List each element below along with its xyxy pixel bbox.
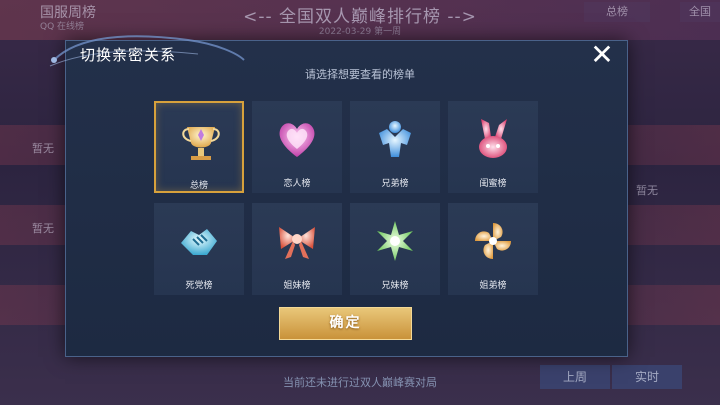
tab-nationwide[interactable]: 全国	[680, 2, 720, 22]
tab-total[interactable]: 总榜	[584, 2, 650, 22]
pinwheel-icon	[475, 223, 511, 259]
leaderboard-options-grid: 总榜 恋人榜 兄弟榜 闺蜜榜 死党榜 姐妹榜 兄妹榜 姐弟榜	[154, 101, 538, 295]
dialog-subtitle: 请选择想要查看的榜单	[305, 68, 415, 81]
option-label: 恋人榜	[283, 179, 311, 189]
option-buddies[interactable]: 死党榜	[154, 203, 244, 295]
empty-label: 暂无	[32, 222, 54, 235]
option-sister-brother[interactable]: 姐弟榜	[448, 203, 538, 295]
trophy-icon	[182, 127, 220, 160]
option-total[interactable]: 总榜	[154, 101, 244, 193]
confirm-button[interactable]: 确定	[279, 307, 412, 340]
option-label: 姐弟榜	[479, 281, 507, 291]
option-label: 兄弟榜	[381, 179, 409, 189]
tab-realtime[interactable]: 实时	[612, 365, 682, 389]
option-label: 死党榜	[185, 281, 213, 291]
flower-icon	[377, 221, 413, 261]
empty-label: 暂无	[32, 142, 54, 155]
option-besties[interactable]: 闺蜜榜	[448, 101, 538, 193]
tab-last-week[interactable]: 上周	[540, 365, 610, 389]
option-label: 兄妹榜	[381, 281, 409, 291]
heart-icon	[279, 123, 315, 157]
empty-label: 暂无	[636, 184, 658, 197]
option-label: 总榜	[189, 181, 208, 191]
brothers-icon	[379, 121, 411, 157]
option-brother-sister[interactable]: 兄妹榜	[350, 203, 440, 295]
dialog-title: 切换亲密关系	[80, 46, 177, 64]
option-brothers[interactable]: 兄弟榜	[350, 101, 440, 193]
handshake-icon	[181, 229, 217, 255]
option-label: 闺蜜榜	[479, 179, 507, 189]
bunny-icon	[479, 119, 507, 158]
option-sisters[interactable]: 姐妹榜	[252, 203, 342, 295]
bow-icon	[279, 227, 315, 259]
option-label: 姐妹榜	[283, 281, 311, 291]
option-lovers[interactable]: 恋人榜	[252, 101, 342, 193]
